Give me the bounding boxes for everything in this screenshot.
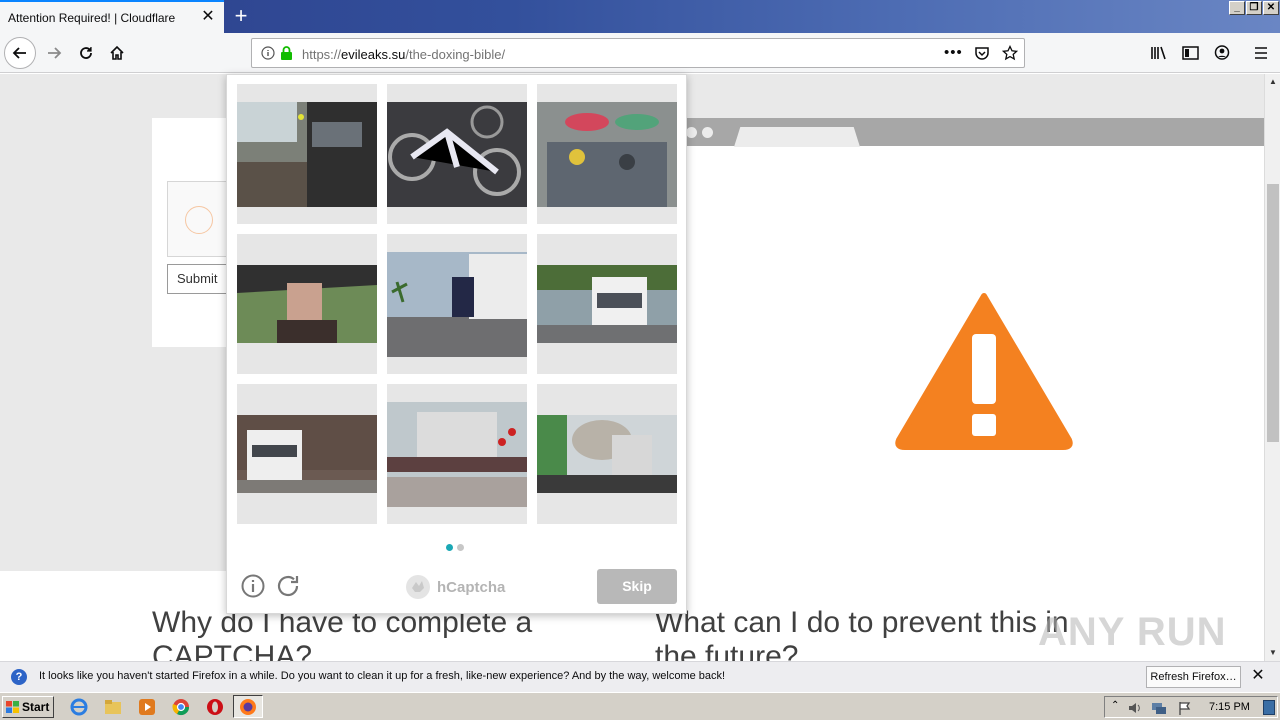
lock-icon[interactable] xyxy=(280,45,293,61)
page-dot-active[interactable] xyxy=(446,544,453,551)
back-button[interactable] xyxy=(4,37,36,69)
system-tray: ⌃ 7:15 PM xyxy=(1104,696,1278,718)
menu-hamburger-icon[interactable] xyxy=(1254,46,1268,60)
show-desktop-button[interactable] xyxy=(1263,700,1275,715)
volume-icon[interactable] xyxy=(1127,700,1143,716)
chrome-icon[interactable] xyxy=(172,698,190,716)
scroll-down-arrow-icon[interactable]: ▼ xyxy=(1265,645,1280,661)
page-indicator xyxy=(446,544,464,551)
captcha-tile-7[interactable] xyxy=(237,384,377,524)
person-umbrella-image xyxy=(237,265,377,343)
account-icon[interactable] xyxy=(1214,44,1230,61)
media-player-icon[interactable] xyxy=(138,698,156,716)
info-icon[interactable] xyxy=(241,574,265,598)
close-notification-icon[interactable]: ✕ xyxy=(1250,668,1266,684)
show-hidden-icons-icon[interactable]: ⌃ xyxy=(1111,700,1119,711)
illustration-dot xyxy=(686,127,697,138)
network-icon[interactable] xyxy=(1151,700,1167,716)
cement-mixer-image xyxy=(537,415,677,493)
pocket-icon[interactable] xyxy=(974,46,990,61)
captcha-tile-6[interactable] xyxy=(537,234,677,374)
bookmark-star-icon[interactable] xyxy=(1002,45,1018,61)
scroll-up-arrow-icon[interactable]: ▲ xyxy=(1265,74,1280,90)
submit-button[interactable]: Submit xyxy=(167,264,231,294)
illustration-titlebar xyxy=(686,118,1264,147)
forward-arrow-icon xyxy=(48,47,62,59)
tab-title: Attention Required! | Cloudflare xyxy=(8,11,176,25)
close-tab-icon[interactable]: ✕ xyxy=(200,9,216,25)
hcaptcha-logo[interactable]: hCaptcha xyxy=(405,573,515,601)
loading-spinner-icon xyxy=(185,206,213,234)
captcha-tile-4[interactable] xyxy=(237,234,377,374)
internet-explorer-icon[interactable] xyxy=(70,698,88,716)
captcha-tile-5[interactable] xyxy=(387,234,527,374)
refresh-firefox-button[interactable]: Refresh Firefox… xyxy=(1146,666,1241,688)
clock[interactable]: 7:15 PM xyxy=(1209,701,1250,713)
hcaptcha-logo-icon xyxy=(406,575,430,599)
opera-icon[interactable] xyxy=(206,698,224,716)
forward-button[interactable] xyxy=(38,37,70,69)
home-button[interactable] xyxy=(101,37,133,69)
reload-button[interactable] xyxy=(70,37,102,69)
warning-triangle-icon xyxy=(895,293,1073,450)
train-platform-image xyxy=(237,102,377,207)
firefox-taskbar-button[interactable] xyxy=(233,695,263,718)
captcha-tile-3[interactable] xyxy=(537,84,677,224)
home-icon xyxy=(110,45,124,60)
windows-logo-icon xyxy=(6,701,19,713)
truck-road-image xyxy=(387,252,527,357)
close-window-button[interactable]: ✕ xyxy=(1263,1,1279,15)
start-label: Start xyxy=(22,700,50,714)
hcaptcha-brand-text: hCaptcha xyxy=(437,578,506,596)
notification-bar: ? It looks like you haven't started Fire… xyxy=(0,661,1280,692)
faq-why-title: Why do I have to complete a CAPTCHA? xyxy=(152,606,533,661)
action-center-flag-icon[interactable] xyxy=(1177,700,1193,716)
refresh-icon[interactable] xyxy=(275,573,301,599)
browser-illustration xyxy=(686,118,1264,571)
back-arrow-icon xyxy=(12,47,26,59)
question-icon: ? xyxy=(11,669,27,685)
captcha-tile-8[interactable] xyxy=(387,384,527,524)
faq-prevent-title: What can I do to prevent this in the fut… xyxy=(655,606,1069,661)
bicycles-image xyxy=(387,102,527,207)
tab-strip: Attention Required! | Cloudflare ✕ + _ ❐… xyxy=(0,0,1280,33)
page-actions-icon[interactable]: ••• xyxy=(944,44,963,61)
new-tab-icon[interactable]: + xyxy=(228,4,254,30)
start-button[interactable]: Start xyxy=(2,696,54,718)
illustration-tab xyxy=(734,127,860,147)
captcha-tile-9[interactable] xyxy=(537,384,677,524)
page-dot[interactable] xyxy=(457,544,464,551)
firefox-icon xyxy=(240,699,256,715)
file-explorer-icon[interactable] xyxy=(104,698,122,716)
window-controls: _ ❐ ✕ xyxy=(1229,1,1279,15)
truck-forest-image xyxy=(237,415,377,493)
reload-icon xyxy=(80,47,92,59)
url-bar[interactable]: https://evileaks.su/the-doxing-bible/ ••… xyxy=(251,38,1025,68)
scroll-thumb[interactable] xyxy=(1267,184,1279,442)
captcha-tile-2[interactable] xyxy=(387,84,527,224)
captcha-tile-1[interactable] xyxy=(237,84,377,224)
freight-train-image xyxy=(387,402,527,507)
library-icon[interactable] xyxy=(1150,45,1167,61)
restore-window-button[interactable]: ❐ xyxy=(1246,1,1262,15)
url-text: https://evileaks.su/the-doxing-bible/ xyxy=(302,47,506,62)
hcaptcha-challenge: hCaptcha Skip xyxy=(226,74,687,614)
info-icon[interactable] xyxy=(261,46,275,60)
taskbar: Start ⌃ 7:15 PM xyxy=(0,692,1280,720)
white-truck-image xyxy=(537,265,677,343)
tab-active[interactable]: Attention Required! | Cloudflare ✕ xyxy=(0,0,224,33)
sidebar-icon[interactable] xyxy=(1182,45,1199,61)
crowd-umbrellas-image xyxy=(537,102,677,207)
navigation-toolbar: https://evileaks.su/the-doxing-bible/ ••… xyxy=(0,33,1280,73)
skip-button[interactable]: Skip xyxy=(597,569,677,604)
minimize-window-button[interactable]: _ xyxy=(1229,1,1245,15)
illustration-dot xyxy=(702,127,713,138)
notification-text: It looks like you haven't started Firefo… xyxy=(39,670,726,682)
vertical-scrollbar[interactable]: ▲ ▼ xyxy=(1264,74,1280,661)
watermark: ANY RUN xyxy=(1038,610,1227,654)
